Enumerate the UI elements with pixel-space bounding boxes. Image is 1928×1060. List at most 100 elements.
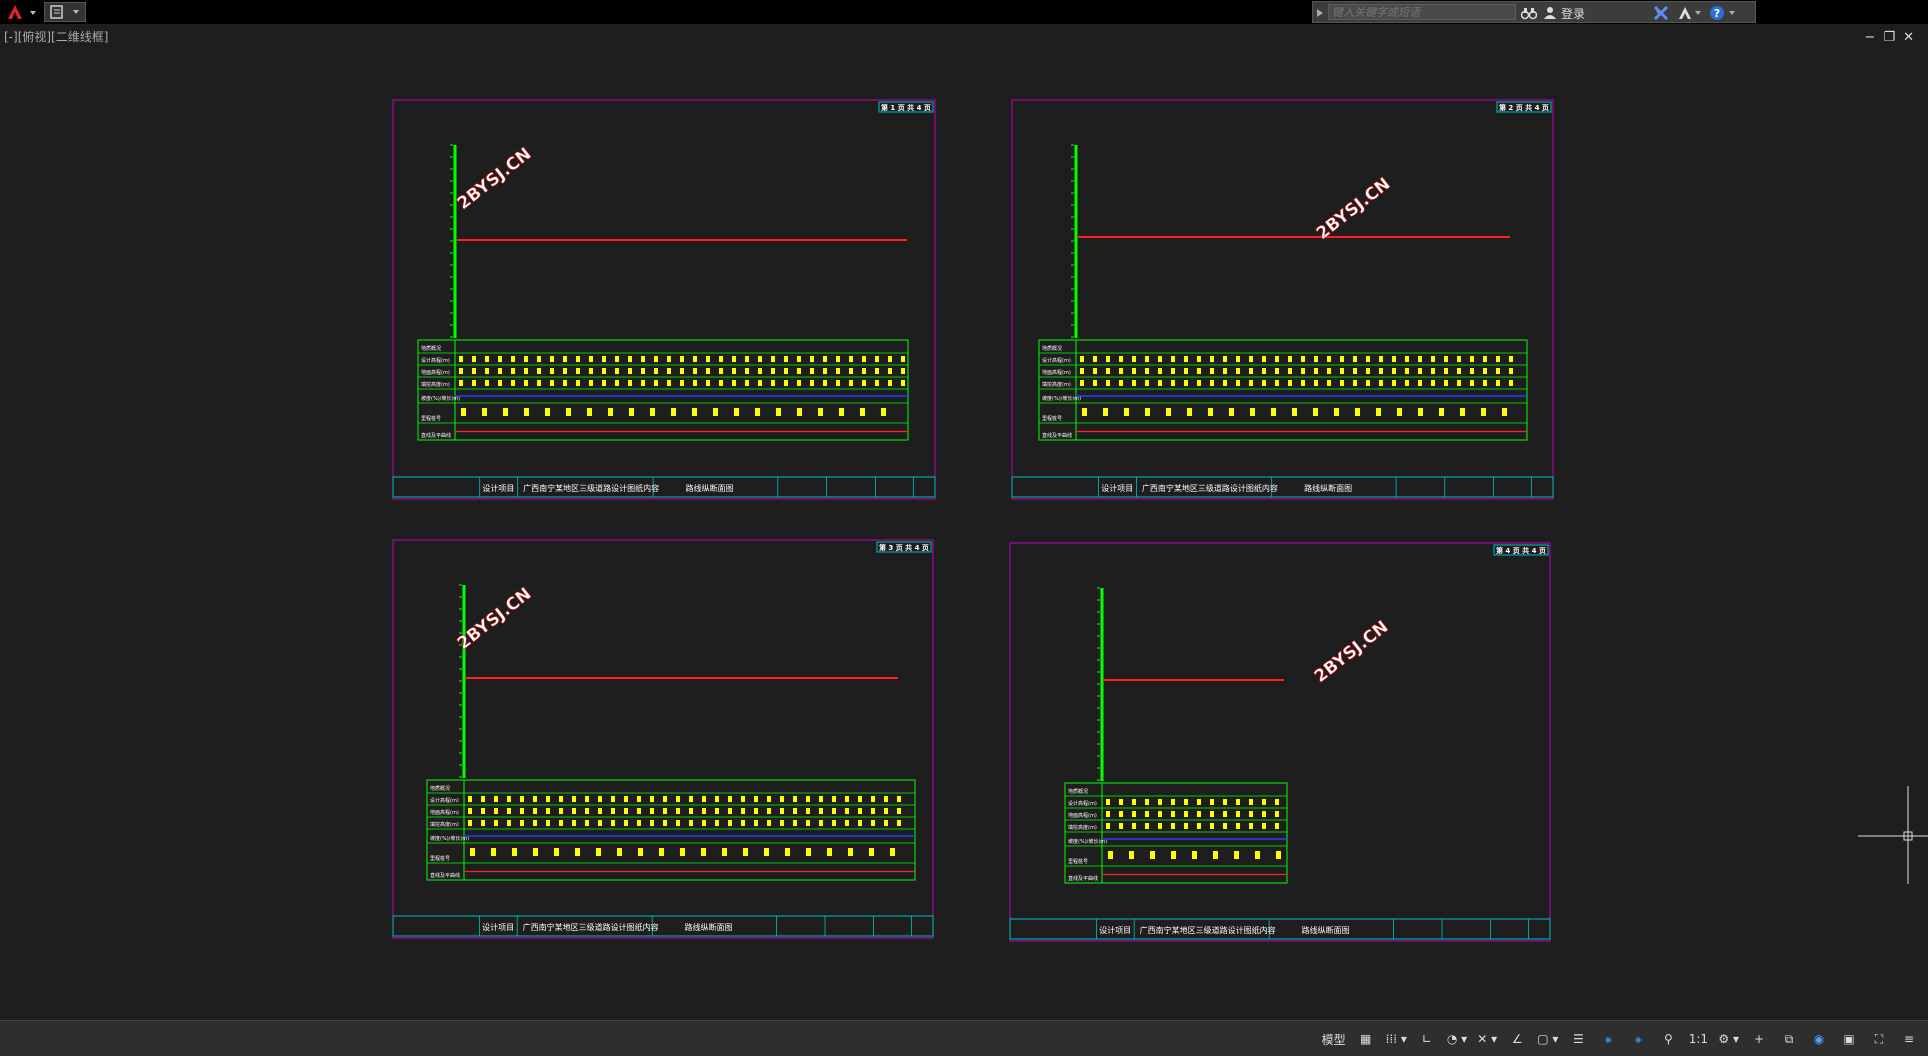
isolate-objects-icon[interactable]: ◉ bbox=[1806, 1028, 1832, 1050]
table-value-mark bbox=[572, 808, 576, 814]
table-value-mark bbox=[537, 368, 541, 374]
station-mark bbox=[755, 408, 760, 416]
table-value-mark bbox=[459, 356, 463, 362]
table-value-mark bbox=[585, 820, 589, 826]
table-value-mark bbox=[1379, 368, 1383, 374]
layout-sheet-4[interactable]: 第 4 页 共 4 页地质概况设计高程(m) 地面高程(m) 填挖高度(m) 坡度(%… bbox=[1009, 542, 1551, 942]
table-value-mark bbox=[1366, 380, 1370, 386]
table-value-mark bbox=[1340, 368, 1344, 374]
table-value-mark bbox=[1431, 368, 1435, 374]
station-mark bbox=[596, 848, 601, 856]
table-value-mark bbox=[1288, 380, 1292, 386]
table-value-mark bbox=[1106, 823, 1110, 829]
units-icon[interactable]: ⧉ bbox=[1776, 1028, 1802, 1050]
workspace-gear-icon[interactable]: ⚙ ▾ bbox=[1715, 1028, 1742, 1050]
table-value-mark bbox=[897, 796, 901, 802]
table-value-mark bbox=[1405, 356, 1409, 362]
isometric-drafting-icon[interactable]: ✕ ▾ bbox=[1474, 1028, 1500, 1050]
station-mark bbox=[1460, 408, 1465, 416]
table-value-mark bbox=[715, 808, 719, 814]
snap-mode-icon[interactable]: ⁞⁞⁞ ▾ bbox=[1383, 1028, 1410, 1050]
table-value-mark bbox=[780, 808, 784, 814]
table-value-mark bbox=[871, 808, 875, 814]
station-mark bbox=[545, 408, 550, 416]
ortho-icon[interactable]: ∟ bbox=[1414, 1028, 1440, 1050]
model-space-canvas[interactable]: 第 1 页 共 4 页地质概况设计高程(m)地面高程(m)填挖高度(m)坡度(%… bbox=[0, 0, 1928, 1020]
table-value-mark bbox=[888, 368, 892, 374]
profile-data-table bbox=[417, 339, 909, 441]
table-value-mark bbox=[1262, 356, 1266, 362]
station-mark bbox=[1103, 408, 1108, 416]
table-value-mark bbox=[1353, 380, 1357, 386]
table-value-mark bbox=[676, 808, 680, 814]
auto-scale-icon[interactable]: ⚹ bbox=[1625, 1028, 1651, 1050]
table-value-mark bbox=[1119, 368, 1123, 374]
station-mark bbox=[806, 848, 811, 856]
table-value-mark bbox=[806, 796, 810, 802]
hardware-acceleration-icon[interactable]: ▣ bbox=[1836, 1028, 1862, 1050]
station-mark bbox=[650, 408, 655, 416]
title-drawing-name: 路线纵断面图 bbox=[1304, 483, 1352, 493]
table-value-mark bbox=[754, 820, 758, 826]
table-value-mark bbox=[832, 820, 836, 826]
lineweight-icon[interactable]: ☰ bbox=[1565, 1028, 1591, 1050]
table-value-mark bbox=[498, 380, 502, 386]
table-value-mark bbox=[884, 820, 888, 826]
annotation-scale-value[interactable]: 1:1 bbox=[1685, 1028, 1711, 1050]
title-design-item: 设计项目 bbox=[1101, 483, 1133, 493]
station-mark bbox=[1418, 408, 1423, 416]
layout-sheet-3[interactable]: 第 3 页 共 4 页地质概况设计高程(m) 地面高程(m) 填挖高度(m) 坡度(%… bbox=[392, 539, 934, 939]
table-value-mark bbox=[745, 380, 749, 386]
table-value-mark bbox=[654, 368, 658, 374]
table-value-mark bbox=[1210, 823, 1214, 829]
table-value-mark bbox=[611, 796, 615, 802]
table-value-mark bbox=[875, 356, 879, 362]
table-value-mark bbox=[572, 796, 576, 802]
title-design-item: 设计项目 bbox=[1099, 925, 1131, 935]
station-mark bbox=[776, 408, 781, 416]
table-value-mark bbox=[1223, 799, 1227, 805]
table-value-mark bbox=[1106, 811, 1110, 817]
table-value-mark bbox=[663, 796, 667, 802]
grid-icon[interactable]: ▦ bbox=[1353, 1028, 1379, 1050]
polar-tracking-icon[interactable]: ◔ ▾ bbox=[1444, 1028, 1470, 1050]
model-space-button[interactable]: 模型 bbox=[1319, 1028, 1349, 1050]
table-value-mark bbox=[1184, 799, 1188, 805]
object-snap-icon[interactable]: ▢ ▾ bbox=[1534, 1028, 1561, 1050]
station-mark bbox=[1208, 408, 1213, 416]
table-value-mark bbox=[533, 808, 537, 814]
table-value-mark bbox=[1262, 823, 1266, 829]
table-value-mark bbox=[767, 820, 771, 826]
table-value-mark bbox=[1119, 380, 1123, 386]
table-value-mark bbox=[897, 820, 901, 826]
clean-screen-icon[interactable]: ⛶ bbox=[1866, 1028, 1892, 1050]
table-value-mark bbox=[1171, 811, 1175, 817]
table-value-mark bbox=[715, 796, 719, 802]
table-value-mark bbox=[559, 820, 563, 826]
table-row-label: 里程桩号 bbox=[1042, 415, 1062, 422]
table-value-mark bbox=[1236, 356, 1240, 362]
station-mark bbox=[1481, 408, 1486, 416]
table-value-mark bbox=[1340, 380, 1344, 386]
layout-sheet-2[interactable]: 第 2 页 共 4 页地质概况设计高程(m) 地面高程(m) 填挖高度(m) 坡度(%… bbox=[1011, 99, 1554, 500]
table-value-mark bbox=[650, 820, 654, 826]
table-value-mark bbox=[897, 808, 901, 814]
title-project: 广西南宁某地区三级道路设计图纸内容 bbox=[1140, 925, 1276, 935]
annotation-visibility-icon[interactable]: ⚹ bbox=[1595, 1028, 1621, 1050]
table-value-mark bbox=[1275, 368, 1279, 374]
title-project: 广西南宁某地区三级道路设计图纸内容 bbox=[1142, 483, 1278, 493]
object-snap-tracking-icon[interactable]: ∠ bbox=[1504, 1028, 1530, 1050]
annotation-monitor-icon[interactable]: + bbox=[1746, 1028, 1772, 1050]
layout-sheet-1[interactable]: 第 1 页 共 4 页地质概况设计高程(m) 地面高程(m) 填挖高度(m) 坡度(%… bbox=[392, 99, 936, 500]
station-mark bbox=[797, 408, 802, 416]
table-row-label: 填挖高度(m) bbox=[430, 821, 459, 828]
table-value-mark bbox=[550, 380, 554, 386]
customize-menu-icon[interactable]: ≡ bbox=[1896, 1028, 1922, 1050]
annotation-scale-icon[interactable]: ⚲ bbox=[1655, 1028, 1681, 1050]
station-mark bbox=[1108, 851, 1113, 859]
table-value-mark bbox=[1301, 356, 1305, 362]
table-value-mark bbox=[585, 796, 589, 802]
table-value-mark bbox=[524, 380, 528, 386]
table-row-label: 地面高程(m) bbox=[430, 809, 459, 816]
station-mark bbox=[701, 848, 706, 856]
